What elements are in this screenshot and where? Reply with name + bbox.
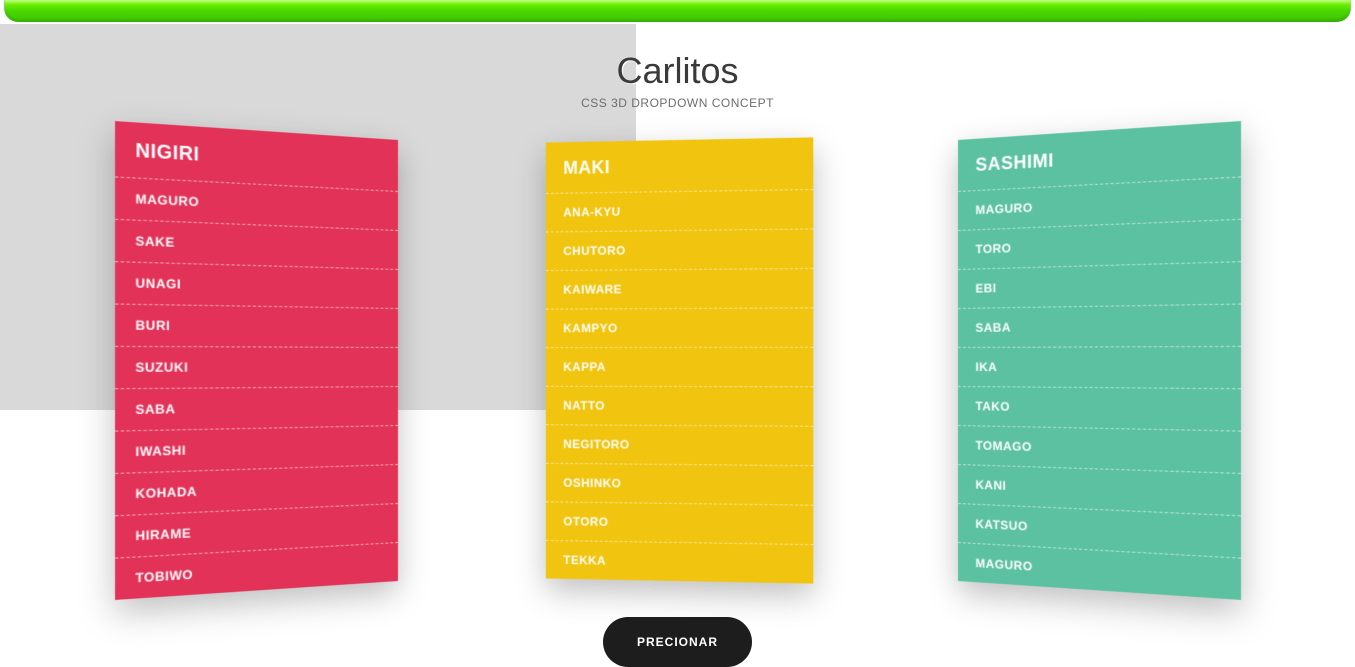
list-item[interactable]: SABA: [958, 303, 1241, 347]
list-item[interactable]: OSHINKO: [545, 463, 812, 505]
card: NIGIRIMAGUROSAKEUNAGIBURISUZUKISABAIWASH…: [115, 121, 398, 600]
dropdown-stage: NIGIRIMAGUROSAKEUNAGIBURISUZUKISABAIWASH…: [128, 140, 1228, 581]
list-item[interactable]: SUZUKI: [115, 346, 398, 388]
dropdown-card-maki: MAKIANA-KYUCHUTOROKAIWAREKAMPYOKAPPANATT…: [545, 137, 812, 583]
card-title[interactable]: MAKI: [545, 137, 812, 193]
precionar-button[interactable]: PRECIONAR: [603, 617, 752, 667]
list-item[interactable]: KAPPA: [545, 347, 812, 386]
card: SASHIMIMAGUROTOROEBISABAIKATAKOTOMAGOKAN…: [958, 121, 1241, 600]
list-item[interactable]: KAIWARE: [545, 268, 812, 309]
list-item[interactable]: NATTO: [545, 386, 812, 426]
list-item[interactable]: CHUTORO: [545, 228, 812, 270]
list-item[interactable]: TAKO: [958, 386, 1241, 431]
card-list: MAGUROTOROEBISABAIKATAKOTOMAGOKANIKATSUO…: [958, 176, 1241, 600]
card-list: MAGUROSAKEUNAGIBURISUZUKISABAIWASHIKOHAD…: [115, 176, 398, 600]
page-subtitle: CSS 3D DROPDOWN CONCEPT: [0, 96, 1355, 110]
list-item[interactable]: IKA: [958, 346, 1241, 388]
page-title: Carlitos: [0, 50, 1355, 92]
list-item[interactable]: UNAGI: [115, 261, 398, 308]
list-item[interactable]: BURI: [115, 303, 398, 347]
list-item[interactable]: EBI: [958, 261, 1241, 308]
card-list: ANA-KYUCHUTOROKAIWAREKAMPYOKAPPANATTONEG…: [545, 189, 812, 584]
list-item[interactable]: SABA: [115, 386, 398, 431]
list-item[interactable]: ANA-KYU: [545, 189, 812, 232]
card: MAKIANA-KYUCHUTOROKAIWAREKAMPYOKAPPANATT…: [545, 137, 812, 583]
list-item[interactable]: TEKKA: [545, 540, 812, 584]
dropdown-card-sashimi: SASHIMIMAGUROTOROEBISABAIKATAKOTOMAGOKAN…: [958, 121, 1241, 600]
top-accent-bar: [4, 0, 1351, 22]
page-header: Carlitos CSS 3D DROPDOWN CONCEPT: [0, 22, 1355, 110]
dropdown-card-nigiri: NIGIRIMAGUROSAKEUNAGIBURISUZUKISABAIWASH…: [115, 121, 398, 600]
list-item[interactable]: OTORO: [545, 501, 812, 544]
list-item[interactable]: NEGITORO: [545, 424, 812, 465]
list-item[interactable]: KAMPYO: [545, 307, 812, 347]
